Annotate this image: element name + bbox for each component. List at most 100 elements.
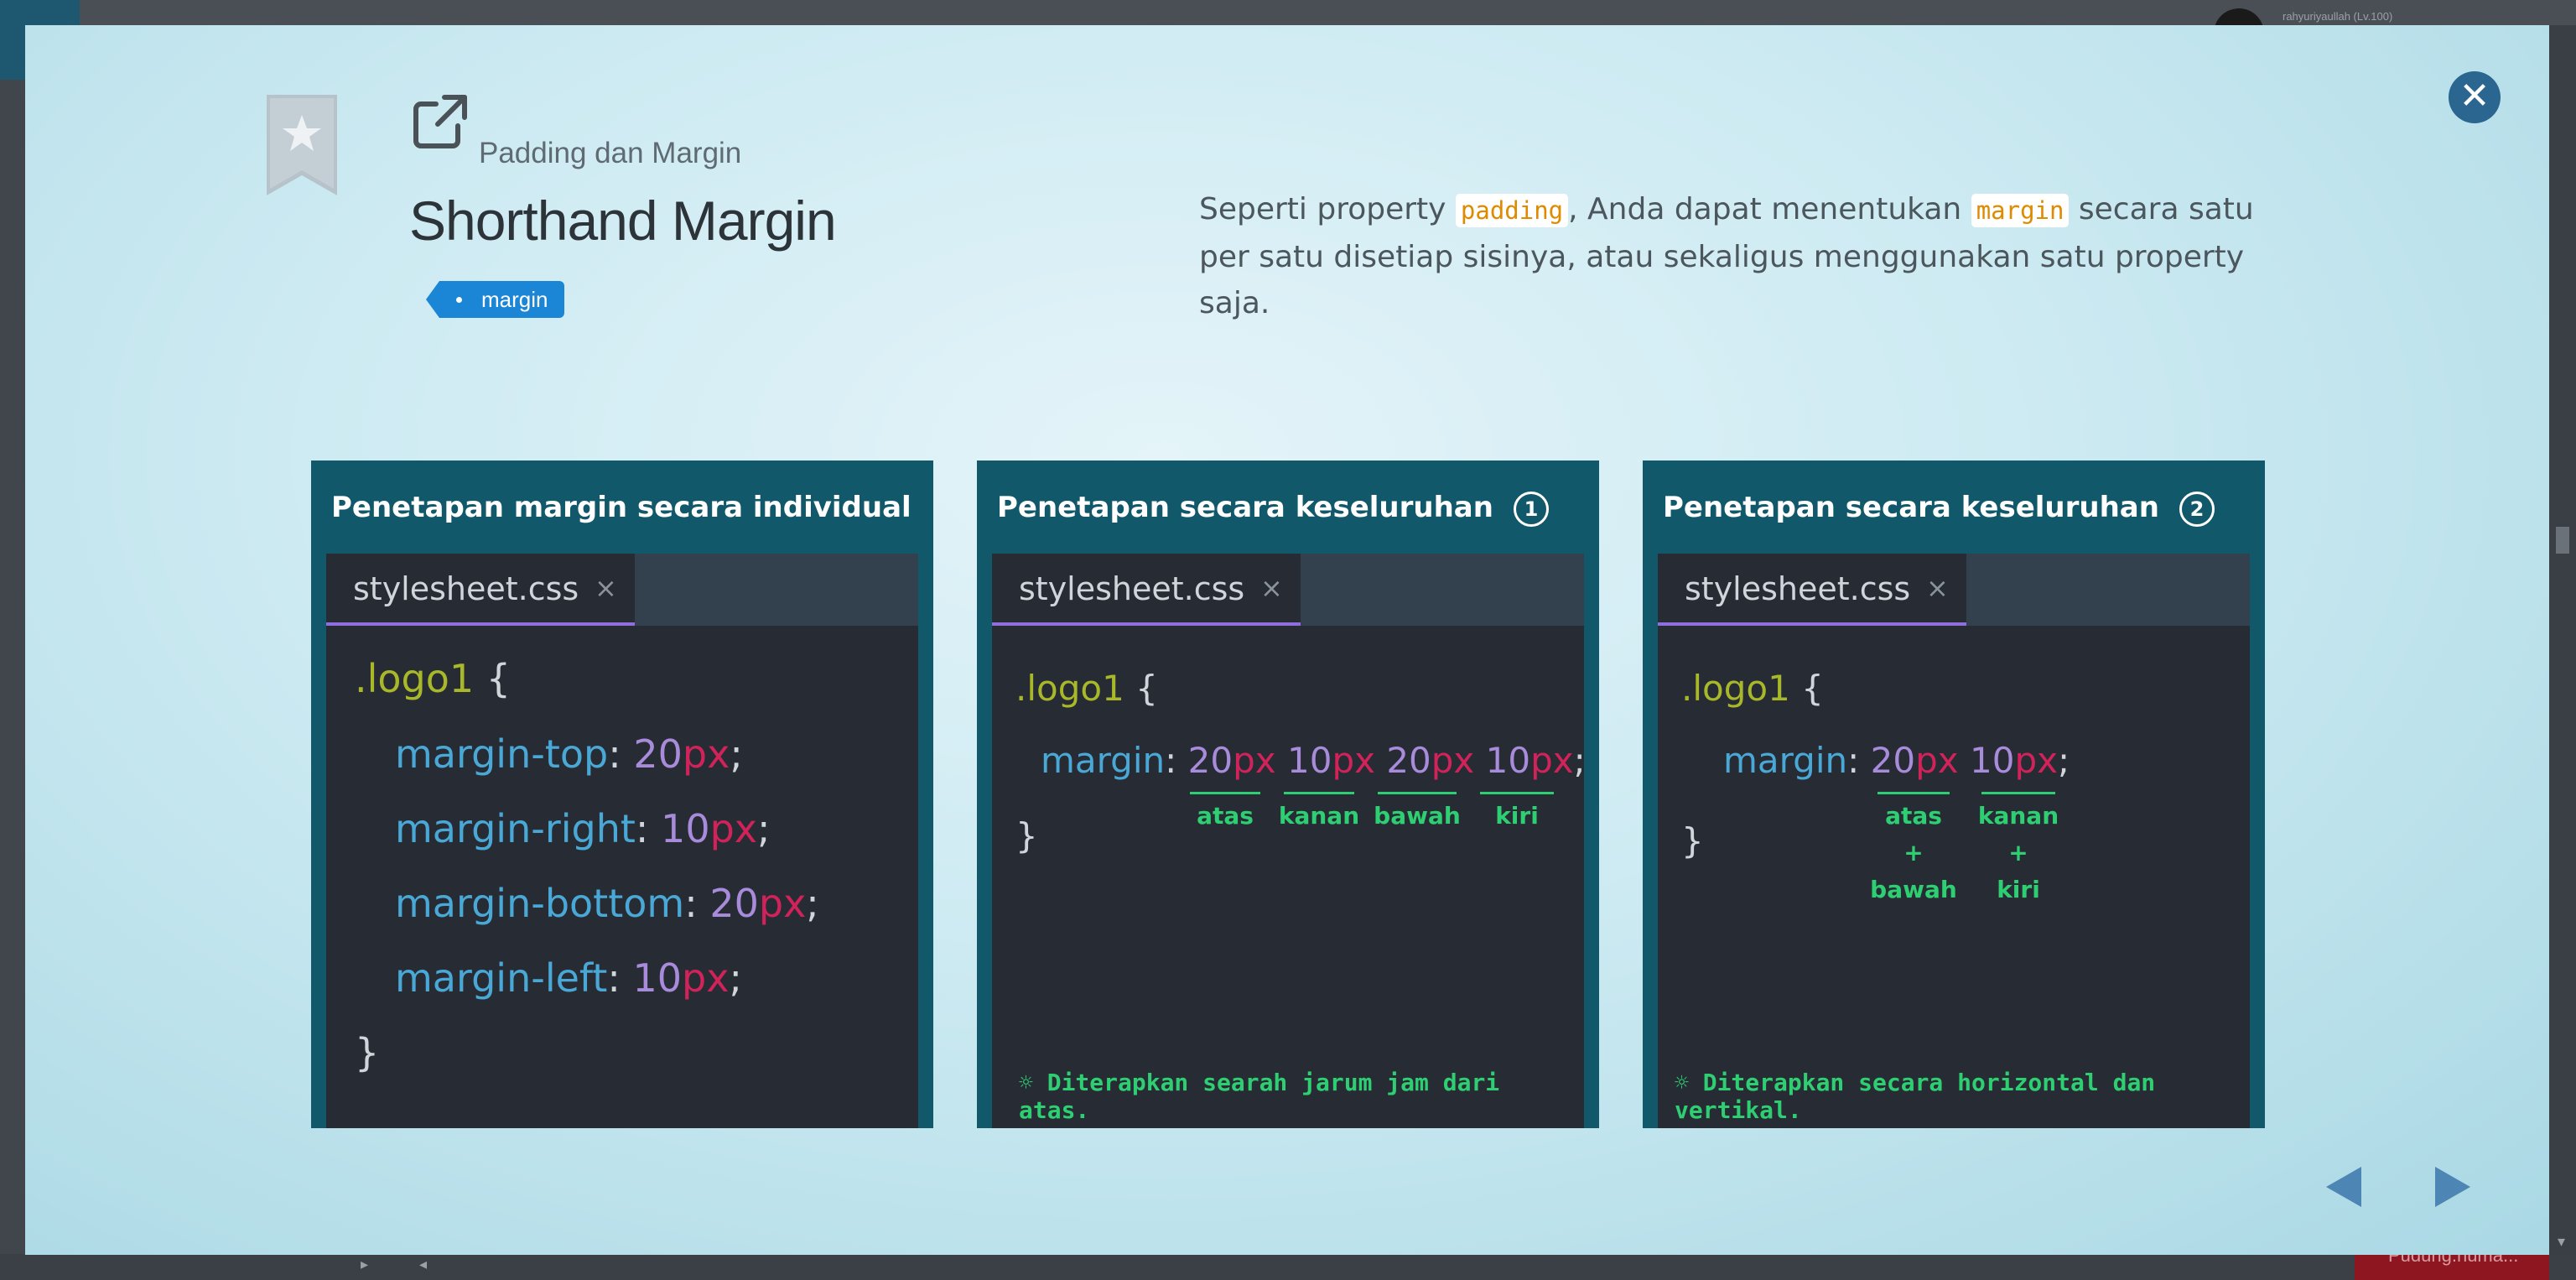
css-selector: .logo1 xyxy=(1681,668,1790,709)
code-line: margin-right: 10px; xyxy=(395,806,771,851)
next-slide-icon[interactable] xyxy=(2425,1162,2475,1212)
background-sidebar xyxy=(0,80,25,1280)
side-label-bottom: bawah xyxy=(1870,876,1957,903)
card-title-text: Penetapan secara keseluruhan xyxy=(1663,491,2159,524)
lesson-modal: ✕ Padding dan Margin Shorthand Margin ma… xyxy=(25,25,2549,1255)
value-underline xyxy=(1480,792,1554,794)
code-selector-line: .logo1 { xyxy=(355,656,511,701)
code-selector-line: .logo1 { xyxy=(1015,668,1158,709)
css-number: 20 xyxy=(1187,740,1233,781)
scroll-right-icon[interactable]: ▸ xyxy=(361,1256,368,1273)
open-brace: { xyxy=(1135,668,1158,709)
editor-tab: stylesheet.css × xyxy=(326,554,635,626)
card-title: Penetapan secara keseluruhan 1 xyxy=(997,491,1549,527)
css-unit: px xyxy=(1332,740,1375,781)
editor-tab: stylesheet.css × xyxy=(1658,554,1966,626)
css-selector: .logo1 xyxy=(355,656,475,701)
side-label-top: atas xyxy=(1197,802,1254,830)
lesson-description: Seperti property padding, Anda dapat men… xyxy=(1199,186,2281,326)
plus-sign: + xyxy=(2008,839,2028,866)
side-label-right: kanan xyxy=(1278,802,1360,830)
plus-sign: + xyxy=(1903,839,1924,866)
card-title: Penetapan secara keseluruhan 2 xyxy=(1663,491,2215,527)
editor-tab: stylesheet.css × xyxy=(992,554,1301,626)
card-note: ☼ Diterapkan searah jarum jam dari atas. xyxy=(1019,1069,1500,1124)
lesson-subtitle[interactable]: Padding dan Margin xyxy=(479,137,741,170)
description-text-1: Seperti property xyxy=(1199,192,1456,226)
code-editor: stylesheet.css × .logo1 { margin: 20px 1… xyxy=(1658,554,2250,1128)
inline-code-padding: padding xyxy=(1455,194,1569,227)
css-property: margin xyxy=(1041,740,1166,781)
bookmark-star-icon[interactable] xyxy=(267,95,337,195)
scroll-left-icon[interactable]: ◂ xyxy=(419,1256,427,1273)
css-unit: px xyxy=(682,731,730,777)
css-number: 20 xyxy=(1870,740,1916,781)
css-property: margin xyxy=(1723,740,1848,781)
code-line: margin-bottom: 20px; xyxy=(395,881,819,926)
css-unit: px xyxy=(1530,740,1574,781)
side-label-right: kanan xyxy=(1977,802,2059,830)
tag-dot-icon xyxy=(456,297,462,303)
close-brace: } xyxy=(1681,820,1704,861)
code-selector-line: .logo1 { xyxy=(1681,668,1824,709)
card-title: Penetapan margin secara individual xyxy=(331,491,911,524)
username: rahyuriyaullah (Lv.100) xyxy=(2283,10,2393,23)
css-unit: px xyxy=(1233,740,1276,781)
slide-card-clockwise: Penetapan secara keseluruhan 1 stylesheet… xyxy=(977,460,1599,1128)
step-number-badge: 2 xyxy=(2179,491,2215,527)
value-underline xyxy=(1284,792,1354,794)
css-number: 10 xyxy=(1485,740,1531,781)
css-property: margin-right xyxy=(395,806,636,851)
css-number: 20 xyxy=(633,731,683,777)
tab-filename: stylesheet.css xyxy=(1685,570,1911,607)
css-number: 10 xyxy=(632,955,683,1001)
value-underline xyxy=(1981,792,2055,794)
page-title: Shorthand Margin xyxy=(409,190,837,252)
css-property: margin-left xyxy=(395,955,608,1001)
css-number: 10 xyxy=(1286,740,1332,781)
slide-card-individual: Penetapan margin secara individual style… xyxy=(311,460,933,1128)
background-topbar xyxy=(0,0,2576,25)
external-link-icon[interactable] xyxy=(411,92,470,151)
close-icon[interactable]: ✕ xyxy=(2459,75,2490,117)
side-label-left: kiri xyxy=(1997,876,2040,903)
css-number: 20 xyxy=(709,881,759,926)
value-underline xyxy=(1877,792,1950,794)
css-selector: .logo1 xyxy=(1015,668,1124,709)
side-label-left: kiri xyxy=(1495,802,1539,830)
css-unit: px xyxy=(1915,740,1959,781)
card-title-text: Penetapan secara keseluruhan xyxy=(997,491,1493,524)
close-button[interactable]: ✕ xyxy=(2449,71,2501,123)
tab-filename: stylesheet.css xyxy=(353,570,579,607)
css-number: 20 xyxy=(1386,740,1431,781)
value-underline xyxy=(1190,792,1260,794)
background-bottombar xyxy=(0,1254,2576,1280)
css-unit: px xyxy=(709,806,758,851)
side-label-top: atas xyxy=(1885,802,1942,830)
close-brace: } xyxy=(1015,815,1038,856)
code-line: margin: 20px 10px; xyxy=(1723,740,2070,781)
description-text-2: , Anda dapat menentukan xyxy=(1568,192,1971,226)
inline-code-margin: margin xyxy=(1971,194,2070,227)
tab-filename: stylesheet.css xyxy=(1019,570,1245,607)
tab-close-icon: × xyxy=(595,572,617,604)
scroll-down-icon[interactable]: ▾ xyxy=(2558,1233,2565,1251)
open-brace: { xyxy=(486,656,512,701)
css-property: margin-top xyxy=(395,731,609,777)
tag-label: margin xyxy=(481,287,548,312)
css-property: margin-bottom xyxy=(395,881,685,926)
side-label-bottom: bawah xyxy=(1374,802,1461,830)
code-line: margin-top: 20px; xyxy=(395,731,743,777)
code-line: margin: 20px 10px 20px 10px; xyxy=(1041,740,1586,781)
css-unit: px xyxy=(1431,740,1475,781)
code-editor: stylesheet.css × .logo1 { margin-top: 20… xyxy=(326,554,918,1128)
css-number: 10 xyxy=(661,806,710,851)
step-number-badge: 1 xyxy=(1513,491,1549,527)
tab-close-icon: × xyxy=(1260,572,1283,604)
previous-slide-icon[interactable] xyxy=(2321,1162,2371,1212)
css-unit: px xyxy=(758,881,807,926)
slide-card-axis: Penetapan secara keseluruhan 2 stylesheet… xyxy=(1643,460,2265,1128)
scrollbar-thumb[interactable] xyxy=(2556,527,2569,554)
tag-badge[interactable]: margin xyxy=(425,281,565,318)
css-unit: px xyxy=(2014,740,2058,781)
